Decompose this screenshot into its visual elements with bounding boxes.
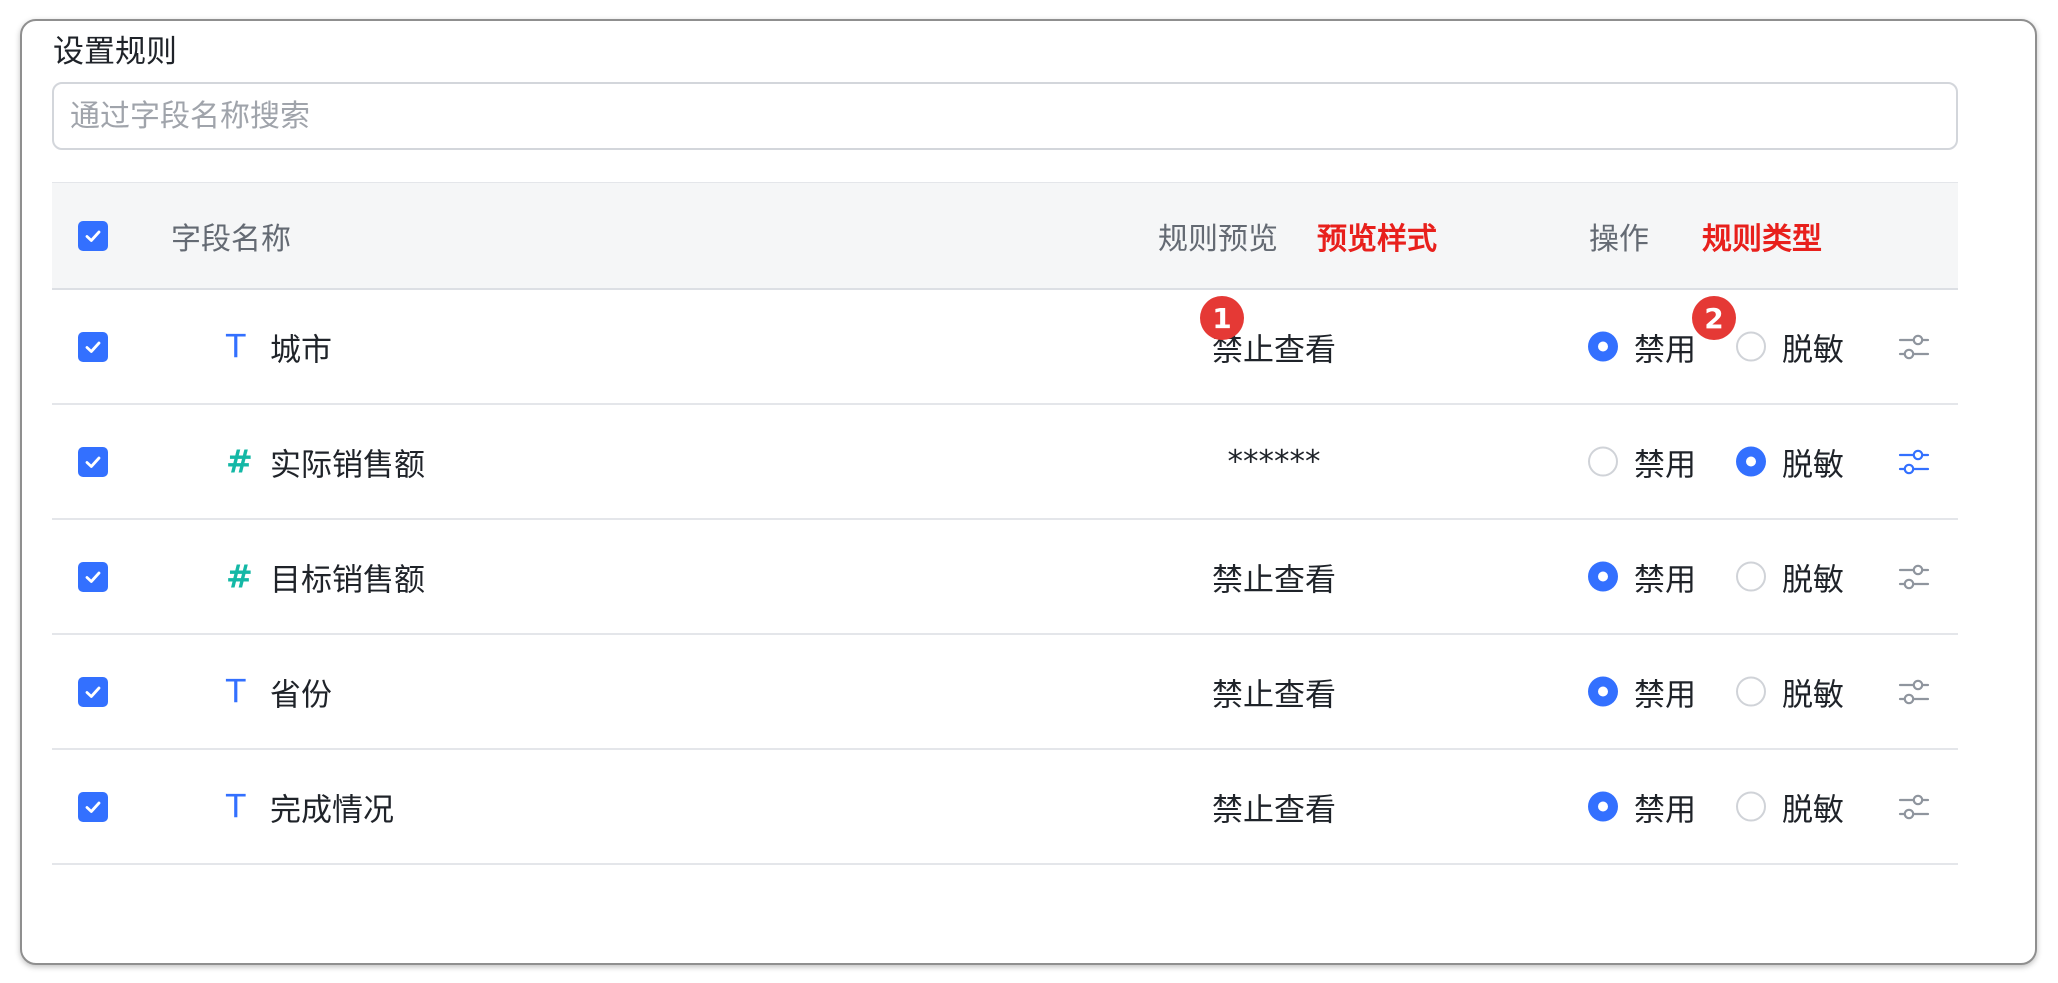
row-checkbox-cell <box>78 331 108 362</box>
check-icon <box>85 801 101 813</box>
radio-label-disable: 禁用 <box>1634 562 1696 598</box>
radio-option-disable[interactable]: 禁用 <box>1588 784 1696 829</box>
annotation-preview-style: 预览样式 <box>1317 221 1437 257</box>
rule-type-radio-group: 禁用 脱敏 <box>1588 554 1844 599</box>
check-icon <box>85 686 101 698</box>
radio-option-disable[interactable]: 禁用 <box>1588 554 1696 599</box>
radio-option-mask[interactable]: 脱敏 <box>1736 784 1844 829</box>
header-rule-preview: 规则预览 <box>1158 221 1278 257</box>
radio-mask[interactable] <box>1736 791 1766 822</box>
rule-preview-value: ****** <box>1227 443 1321 480</box>
sliders-settings-icon[interactable] <box>1898 331 1930 363</box>
sliders-settings-icon[interactable] <box>1898 446 1930 478</box>
radio-mask[interactable] <box>1736 561 1766 592</box>
header-operation: 操作 <box>1589 221 1649 257</box>
field-name: 完成情况 <box>270 792 394 828</box>
radio-option-mask[interactable]: 脱敏 <box>1736 554 1844 599</box>
annotation-rule-type: 规则类型 <box>1702 221 1822 257</box>
check-icon <box>85 456 101 468</box>
field-cell: # 实际销售额 <box>226 439 425 484</box>
radio-disable[interactable] <box>1588 446 1618 477</box>
table-header: 字段名称 规则预览 预览样式 操作 规则类型 <box>52 182 1958 290</box>
rule-preview-value: 禁止查看 <box>1212 562 1336 598</box>
select-all-checkbox-cell <box>78 220 108 251</box>
row-checkbox[interactable] <box>78 561 108 592</box>
field-cell: T 省份 <box>226 669 332 714</box>
annotation-badge-2: 2 <box>1692 296 1736 340</box>
table-body: T 城市 禁止查看 禁用 脱敏 # 实际销售额 ****** 禁用 脱敏 # 目… <box>52 290 1958 865</box>
table-row: T 城市 禁止查看 禁用 脱敏 <box>52 290 1958 405</box>
radio-mask[interactable] <box>1736 331 1766 362</box>
sliders-settings-icon[interactable] <box>1898 676 1930 708</box>
field-name: 城市 <box>270 332 332 368</box>
radio-label-mask: 脱敏 <box>1782 677 1844 713</box>
table-row: T 完成情况 禁止查看 禁用 脱敏 <box>52 750 1958 865</box>
search-input[interactable] <box>52 82 1958 150</box>
radio-label-mask: 脱敏 <box>1782 792 1844 828</box>
row-checkbox-cell <box>78 446 108 477</box>
radio-mask[interactable] <box>1736 446 1766 477</box>
table-row: # 实际销售额 ****** 禁用 脱敏 <box>52 405 1958 520</box>
radio-disable[interactable] <box>1588 791 1618 822</box>
row-checkbox[interactable] <box>78 331 108 362</box>
row-checkbox-cell <box>78 561 108 592</box>
radio-label-mask: 脱敏 <box>1782 447 1844 483</box>
annotation-badge-1: 1 <box>1200 296 1244 340</box>
radio-disable[interactable] <box>1588 331 1618 362</box>
field-type-icon: # <box>226 442 253 481</box>
field-cell: T 完成情况 <box>226 784 394 829</box>
check-icon <box>85 341 101 353</box>
radio-option-mask[interactable]: 脱敏 <box>1736 324 1844 369</box>
rule-preview-value: 禁止查看 <box>1212 792 1336 828</box>
radio-mask[interactable] <box>1736 676 1766 707</box>
field-cell: T 城市 <box>226 324 332 369</box>
radio-option-mask[interactable]: 脱敏 <box>1736 669 1844 714</box>
row-checkbox[interactable] <box>78 791 108 822</box>
rule-type-radio-group: 禁用 脱敏 <box>1588 784 1844 829</box>
sliders-settings-icon[interactable] <box>1898 791 1930 823</box>
table-row: T 省份 禁止查看 禁用 脱敏 <box>52 635 1958 750</box>
page-title: 设置规则 <box>53 34 177 70</box>
radio-label-disable: 禁用 <box>1634 447 1696 483</box>
field-type-icon: T <box>226 327 246 366</box>
check-icon <box>85 230 101 242</box>
field-name: 目标销售额 <box>270 562 425 598</box>
radio-label-disable: 禁用 <box>1634 792 1696 828</box>
radio-option-disable[interactable]: 禁用 <box>1588 439 1696 484</box>
rules-table: 字段名称 规则预览 预览样式 操作 规则类型 T 城市 禁止查看 禁用 脱敏 #… <box>52 182 1958 865</box>
field-type-icon: T <box>226 672 246 711</box>
row-checkbox[interactable] <box>78 446 108 477</box>
row-checkbox[interactable] <box>78 676 108 707</box>
radio-label-mask: 脱敏 <box>1782 332 1844 368</box>
row-checkbox-cell <box>78 791 108 822</box>
field-type-icon: T <box>226 787 246 826</box>
field-type-icon: # <box>226 557 253 596</box>
rule-preview-value: 禁止查看 <box>1212 677 1336 713</box>
field-name: 实际销售额 <box>270 447 425 483</box>
sliders-settings-icon[interactable] <box>1898 561 1930 593</box>
table-row: # 目标销售额 禁止查看 禁用 脱敏 <box>52 520 1958 635</box>
row-checkbox-cell <box>78 676 108 707</box>
radio-option-disable[interactable]: 禁用 <box>1588 324 1696 369</box>
rule-type-radio-group: 禁用 脱敏 <box>1588 669 1844 714</box>
field-name: 省份 <box>270 677 332 713</box>
field-cell: # 目标销售额 <box>226 554 425 599</box>
radio-option-mask[interactable]: 脱敏 <box>1736 439 1844 484</box>
radio-option-disable[interactable]: 禁用 <box>1588 669 1696 714</box>
header-field-name: 字段名称 <box>171 221 291 257</box>
radio-label-mask: 脱敏 <box>1782 562 1844 598</box>
radio-label-disable: 禁用 <box>1634 677 1696 713</box>
radio-disable[interactable] <box>1588 561 1618 592</box>
select-all-checkbox[interactable] <box>78 220 108 251</box>
radio-disable[interactable] <box>1588 676 1618 707</box>
rule-type-radio-group: 禁用 脱敏 <box>1588 439 1844 484</box>
radio-label-disable: 禁用 <box>1634 332 1696 368</box>
check-icon <box>85 571 101 583</box>
rule-preview-value: 禁止查看 <box>1212 332 1336 368</box>
